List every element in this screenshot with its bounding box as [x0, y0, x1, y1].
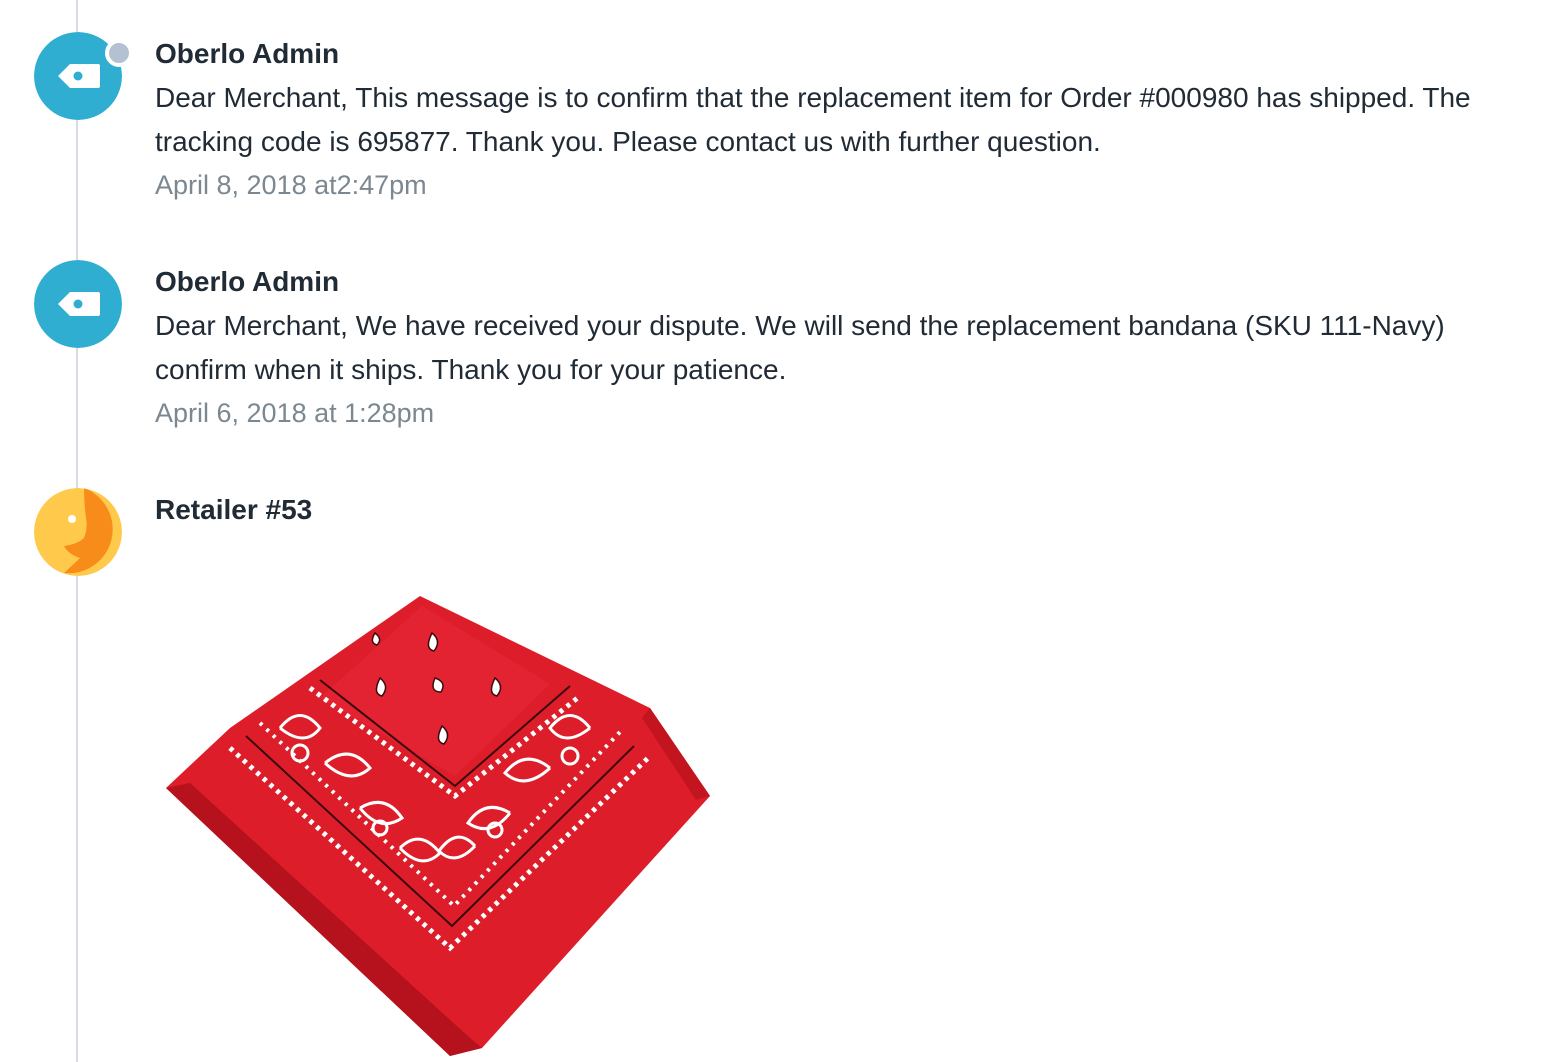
- tag-icon: [34, 260, 122, 348]
- face-profile-icon: [34, 488, 122, 576]
- unread-indicator: [105, 39, 133, 67]
- event-message: Dear Merchant, This message is to confir…: [155, 82, 1471, 157]
- admin-avatar: [34, 260, 122, 348]
- retailer-avatar: [34, 488, 122, 576]
- event-timestamp[interactable]: April 8, 2018 at2:47pm: [155, 170, 427, 201]
- event-author: Oberlo Admin: [155, 266, 340, 297]
- event-message: Dear Merchant, We have received your dis…: [155, 310, 1445, 385]
- event-timestamp[interactable]: April 6, 2018 at 1:28pm: [155, 398, 434, 429]
- bandana-image[interactable]: [150, 578, 725, 1062]
- event-author: Oberlo Admin: [155, 38, 340, 69]
- bandana-illustration: [166, 596, 710, 1056]
- event-author: Retailer #53: [155, 494, 313, 525]
